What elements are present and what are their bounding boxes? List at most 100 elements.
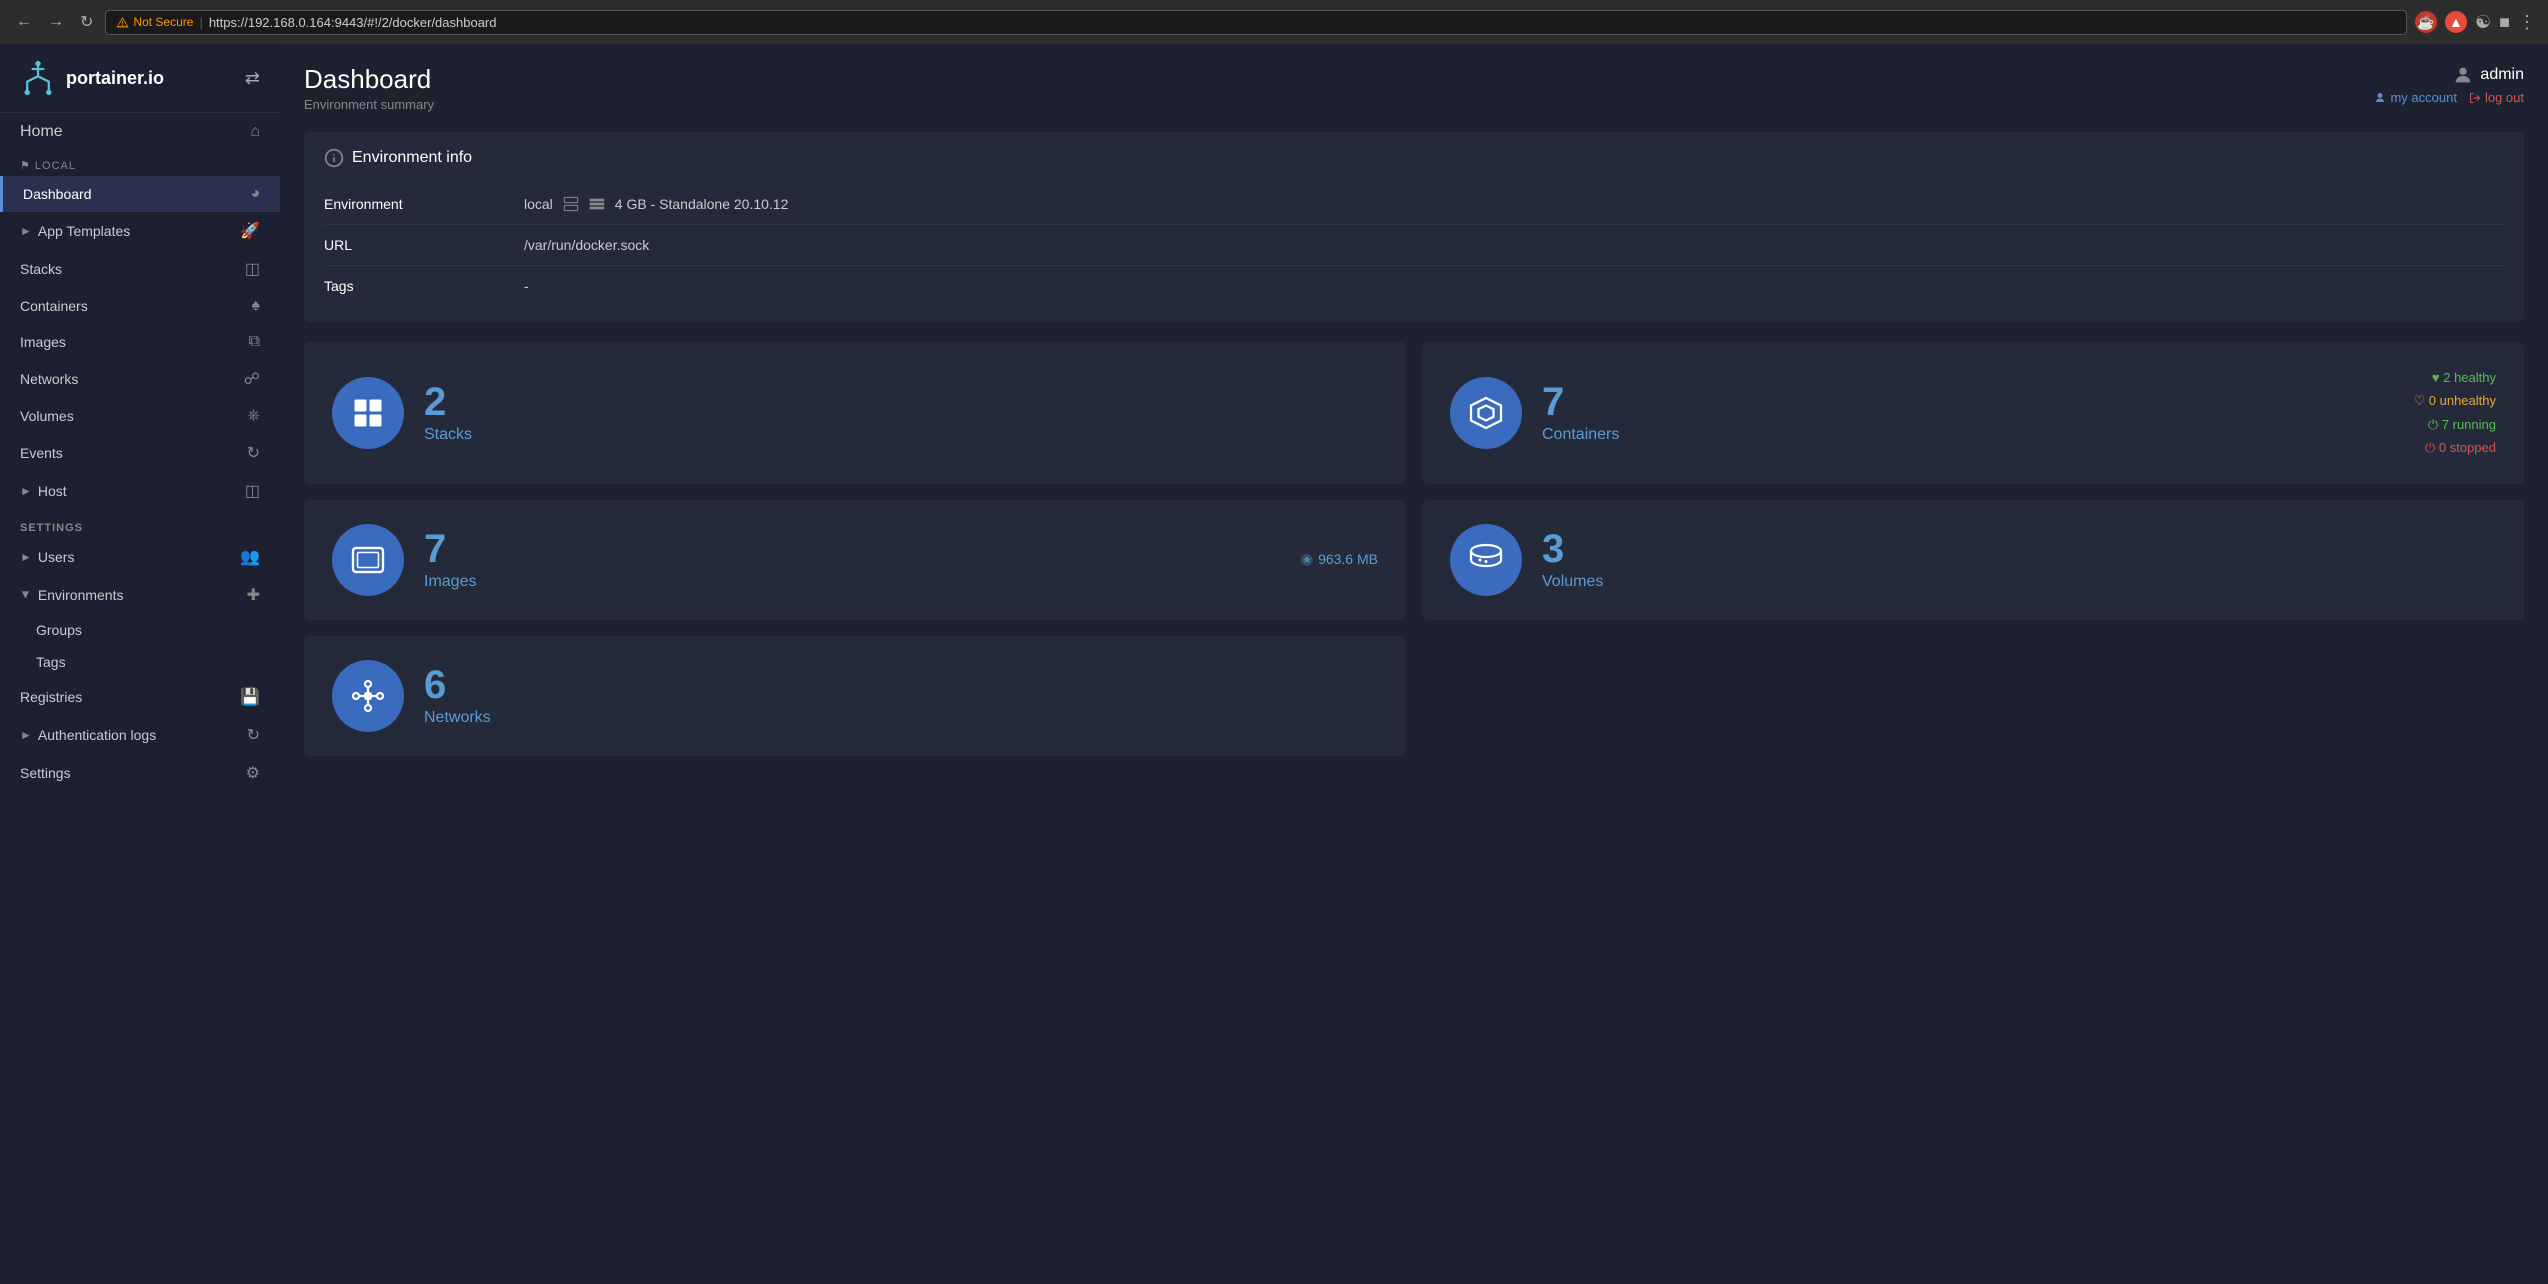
healthy-heart-icon: ♥ (2432, 370, 2443, 385)
sidebar-item-auth-logs[interactable]: ► Authentication logs ↻ (0, 716, 280, 754)
images-icon-circle (332, 524, 404, 596)
networks-icon-circle (332, 660, 404, 732)
containers-count: 7 (1542, 382, 2393, 422)
auth-logs-icon: ↻ (247, 725, 260, 745)
networks-icon: ☍ (244, 369, 260, 389)
unhealthy-heart-icon: ♡ (2413, 393, 2428, 408)
rocket-icon: 🚀 (240, 221, 260, 241)
images-icon: ⧉ (249, 333, 260, 351)
volumes-icon: ⎈ (247, 407, 260, 425)
nav-reload-button[interactable]: ↻ (76, 8, 97, 36)
user-name-display: admin (2452, 64, 2524, 86)
volumes-stat-card[interactable]: 3 Volumes (1422, 500, 2524, 620)
env-row-url: URL /var/run/docker.sock (324, 225, 2504, 266)
sidebar-toggle-icon: ⇄ (245, 68, 260, 89)
sidebar-item-settings[interactable]: Settings ⚙ (0, 754, 280, 792)
security-warning: Not Secure (116, 15, 193, 29)
log-out-link[interactable]: log out (2469, 90, 2524, 105)
networks-label: Networks (424, 709, 1378, 727)
stacks-icon: ◫ (245, 259, 260, 279)
sidebar: portainer.io ⇄ Home ⌂ ⚑ LOCAL Dashboard … (0, 44, 280, 1284)
address-bar[interactable]: Not Secure | https://192.168.0.164:9443/… (105, 10, 2407, 35)
sidebar-item-environments[interactable]: ► Environments ✚ (0, 576, 280, 614)
page-title-area: Dashboard Environment summary (304, 64, 434, 112)
volumes-label: Volumes (1542, 573, 2496, 591)
chevron-right-icon-users: ► (20, 550, 32, 564)
browser-extensions: ☕ ▲ ☯ ■ ⋮ (2415, 11, 2536, 33)
sidebar-item-host[interactable]: ► Host ◫ (0, 472, 280, 510)
host-icon: ◫ (245, 481, 260, 501)
nav-back-button[interactable]: ← (12, 9, 36, 35)
networks-stat-info: 6 Networks (424, 665, 1378, 727)
images-size-info: 963.6 MB (1300, 547, 1378, 572)
images-label: Images (424, 573, 1280, 591)
volumes-icon-circle (1450, 524, 1522, 596)
local-section-label: ⚑ LOCAL (0, 151, 280, 176)
nav-forward-button[interactable]: → (44, 9, 68, 35)
sidebar-item-users[interactable]: ► Users 👥 (0, 538, 280, 576)
running-count: 7 running (2442, 417, 2496, 432)
sidebar-item-containers[interactable]: Containers ♠ (0, 288, 280, 324)
running-power-icon: ⏻ (2428, 417, 2442, 432)
stats-grid: 2 Stacks 7 Containers ♥ 2 healthy (304, 342, 2524, 756)
settings-section-label: SETTINGS (0, 510, 280, 538)
environments-icon: ✚ (247, 585, 260, 605)
environment-info-card: Environment info Environment local 4 GB … (304, 132, 2524, 322)
volumes-count: 3 (1542, 529, 2496, 569)
sidebar-logo: portainer.io ⇄ (0, 44, 280, 113)
dashboard-icon: ◕ (250, 185, 260, 203)
stacks-count: 2 (424, 382, 1378, 422)
healthy-count: 2 healthy (2443, 370, 2496, 385)
images-stat-card[interactable]: 7 Images 963.6 MB (304, 500, 1406, 620)
browser-chrome: ← → ↻ Not Secure | https://192.168.0.164… (0, 0, 2548, 44)
containers-icon: ♠ (252, 297, 261, 315)
env-row-environment: Environment local 4 GB - Standalone 20.1… (324, 184, 2504, 225)
settings-icon: ⚙ (246, 763, 260, 783)
sidebar-item-home[interactable]: Home ⌂ (0, 113, 280, 151)
user-info: admin my account log out (2374, 64, 2524, 105)
stacks-stat-info: 2 Stacks (424, 382, 1378, 444)
logo-text: portainer.io (66, 68, 164, 89)
events-icon: ↻ (247, 443, 260, 463)
sidebar-item-events[interactable]: Events ↻ (0, 434, 280, 472)
containers-label: Containers (1542, 426, 2393, 444)
sidebar-item-images[interactable]: Images ⧉ (0, 324, 280, 360)
unhealthy-count: 0 unhealthy (2429, 393, 2496, 408)
env-row-tags: Tags - (324, 266, 2504, 307)
containers-stat-card[interactable]: 7 Containers ♥ 2 healthy ♡ 0 unhealthy ⏻… (1422, 342, 2524, 484)
images-count: 7 (424, 529, 1280, 569)
sidebar-item-networks[interactable]: Networks ☍ (0, 360, 280, 398)
sidebar-sub-item-tags[interactable]: Tags (0, 646, 280, 678)
user-actions: my account log out (2374, 90, 2524, 105)
registries-icon: 💾 (240, 687, 260, 707)
sidebar-item-stacks[interactable]: Stacks ◫ (0, 250, 280, 288)
stacks-stat-card[interactable]: 2 Stacks (304, 342, 1406, 484)
users-icon: 👥 (240, 547, 260, 567)
sidebar-item-app-templates[interactable]: ► App Templates 🚀 (0, 212, 280, 250)
environment-info-title: Environment info (324, 148, 2504, 168)
containers-stat-info: 7 Containers (1542, 382, 2393, 444)
stopped-count: 0 stopped (2439, 440, 2496, 455)
sidebar-item-dashboard[interactable]: Dashboard ◕ (0, 176, 280, 212)
environment-info-table: Environment local 4 GB - Standalone 20.1… (324, 184, 2504, 306)
chevron-right-icon-host: ► (20, 484, 32, 498)
stopped-power-icon: ⏻ (2425, 440, 2439, 455)
page-subtitle: Environment summary (304, 97, 434, 112)
chevron-right-icon-auth: ► (20, 728, 32, 742)
volumes-stat-info: 3 Volumes (1542, 529, 2496, 591)
sidebar-item-registries[interactable]: Registries 💾 (0, 678, 280, 716)
sidebar-item-volumes[interactable]: Volumes ⎈ (0, 398, 280, 434)
stacks-icon-circle (332, 377, 404, 449)
containers-icon-circle (1450, 377, 1522, 449)
home-icon: ⌂ (250, 123, 260, 141)
my-account-link[interactable]: my account (2374, 90, 2456, 105)
page-header: Dashboard Environment summary admin my a… (304, 64, 2524, 112)
images-stat-info: 7 Images (424, 529, 1280, 591)
main-content: Dashboard Environment summary admin my a… (280, 44, 2548, 1284)
networks-stat-card[interactable]: 6 Networks (304, 636, 1406, 756)
sidebar-sub-item-groups[interactable]: Groups (0, 614, 280, 646)
chevron-right-icon: ► (20, 224, 32, 238)
url-display: https://192.168.0.164:9443/#!/2/docker/d… (209, 15, 497, 30)
page-title: Dashboard (304, 64, 434, 95)
chevron-down-icon-environments: ► (19, 589, 33, 601)
